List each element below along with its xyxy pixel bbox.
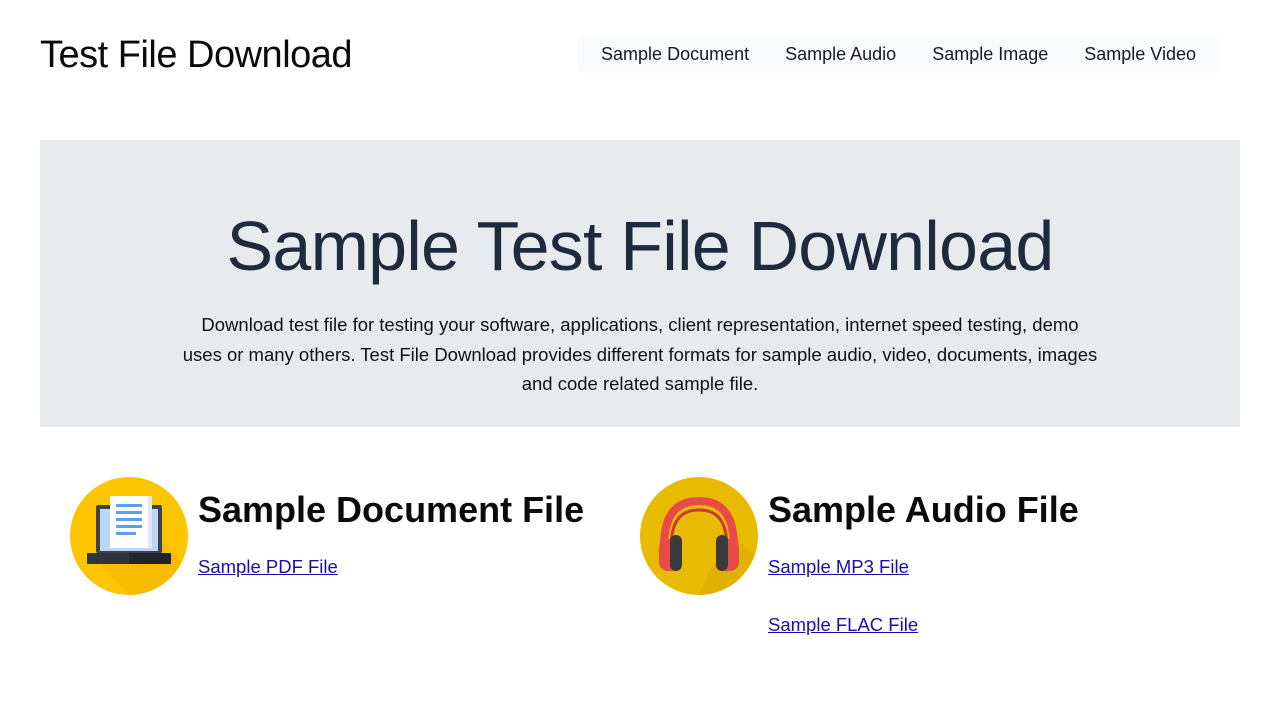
main-nav: Sample Document Sample Audio Sample Imag…: [577, 36, 1220, 73]
document-section: Sample Document File Sample PDF File: [70, 477, 630, 657]
site-header: Test File Download Sample Document Sampl…: [40, 30, 1240, 82]
hero-banner: Sample Test File Download Download test …: [40, 140, 1240, 427]
hero-description: Download test file for testing your soft…: [182, 314, 1098, 394]
document-section-title: Sample Document File: [198, 489, 585, 530]
nav-sample-audio[interactable]: Sample Audio: [767, 36, 914, 73]
nav-sample-document[interactable]: Sample Document: [583, 36, 767, 73]
hero-heading: Sample Test File Download: [226, 207, 1055, 285]
nav-sample-image[interactable]: Sample Image: [914, 36, 1066, 73]
sample-flac-link[interactable]: Sample FLAC File: [768, 613, 918, 637]
document-links: Sample PDF File: [198, 555, 338, 613]
sample-mp3-link[interactable]: Sample MP3 File: [768, 555, 918, 579]
headphones-icon: [640, 477, 758, 595]
audio-section-title: Sample Audio File: [768, 489, 1079, 530]
audio-links: Sample MP3 File Sample FLAC File: [768, 555, 918, 671]
site-title[interactable]: Test File Download: [40, 34, 353, 77]
laptop-document-icon: [70, 477, 188, 595]
audio-section: Sample Audio File Sample MP3 File Sample…: [640, 477, 1200, 657]
nav-sample-video[interactable]: Sample Video: [1066, 36, 1214, 73]
sample-pdf-link[interactable]: Sample PDF File: [198, 555, 338, 579]
